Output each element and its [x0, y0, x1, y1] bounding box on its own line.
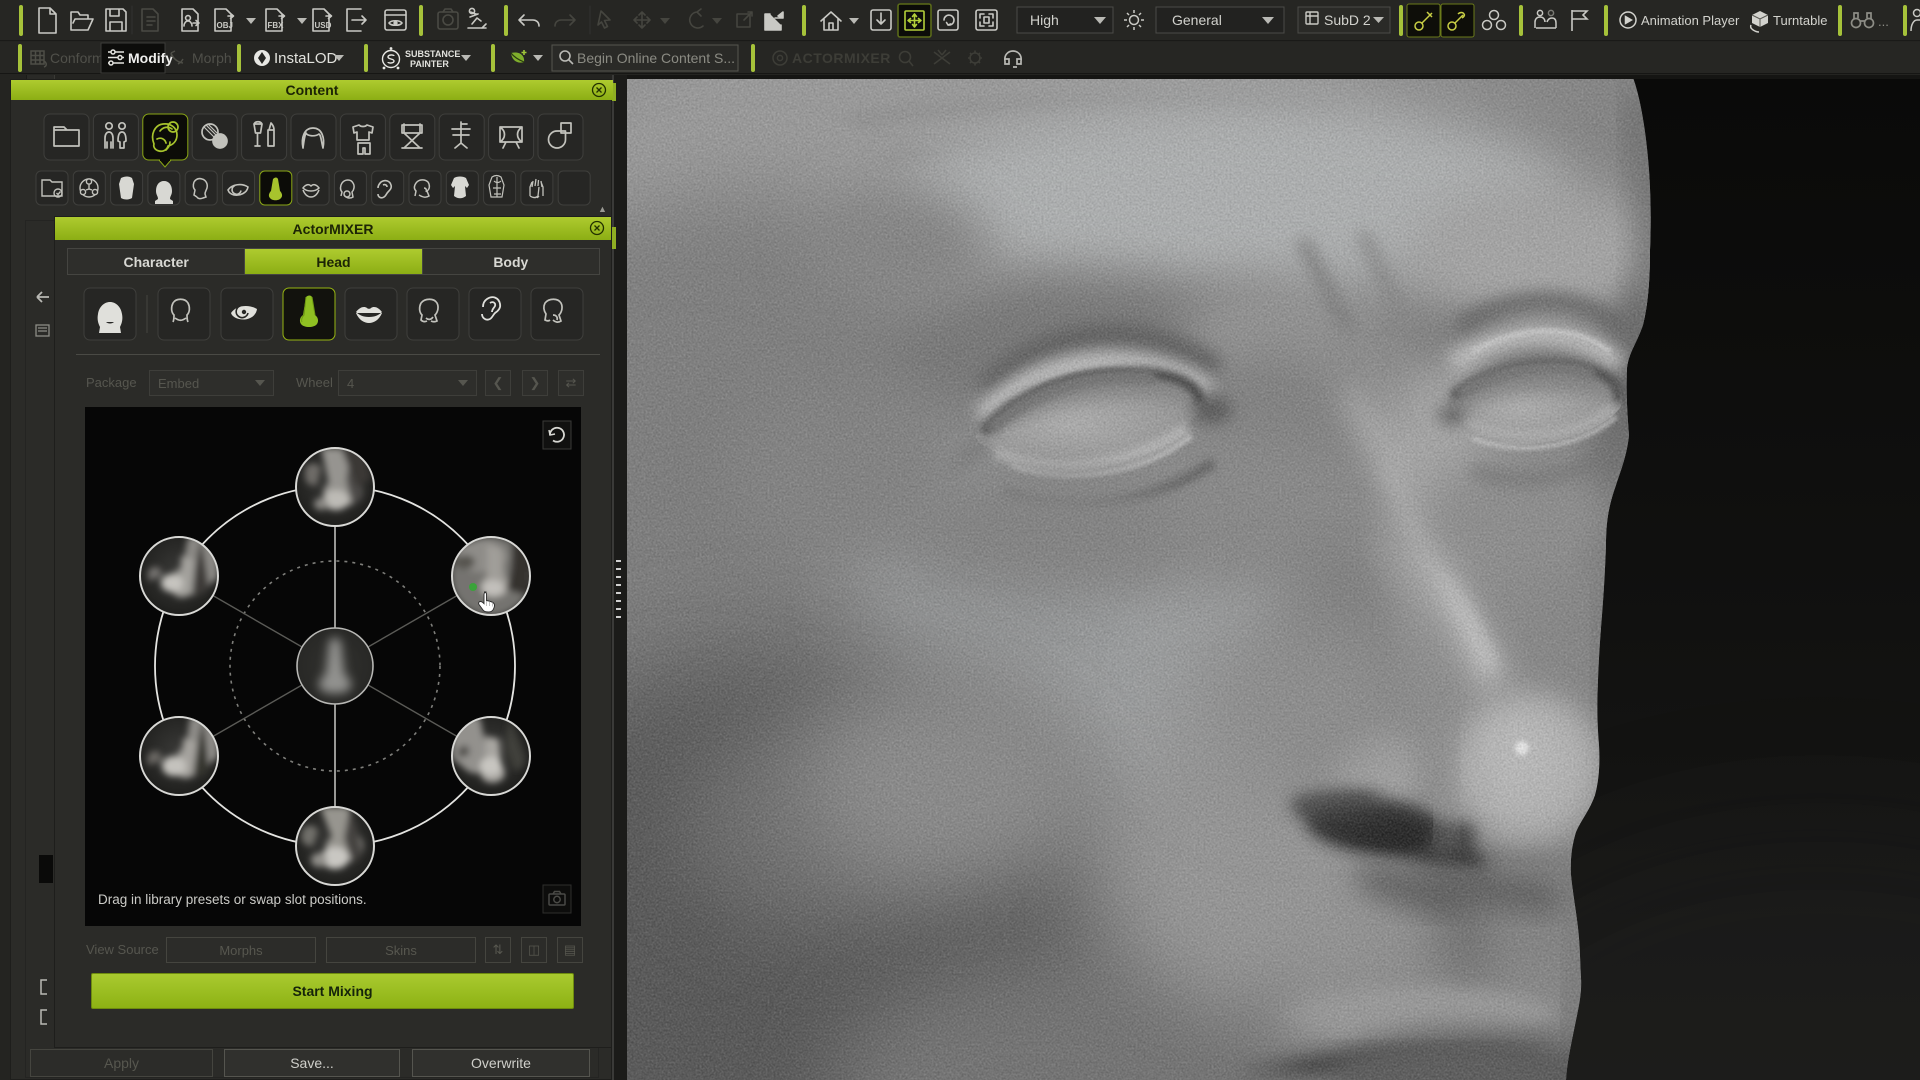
svg-text:Morph: Morph	[192, 50, 232, 66]
svg-text:SUBSTANCE: SUBSTANCE	[405, 49, 460, 59]
svg-text:USD: USD	[315, 21, 332, 30]
svg-text:Drag in library presets or swa: Drag in library presets or swap slot pos…	[98, 892, 367, 907]
svg-text:High: High	[1030, 12, 1059, 28]
svg-text:...: ...	[1878, 14, 1889, 29]
svg-text:Turntable: Turntable	[1773, 13, 1827, 28]
svg-text:Animation Player: Animation Player	[1641, 13, 1740, 28]
svg-text:General: General	[1172, 12, 1222, 28]
svg-text:Begin Online Content S...: Begin Online Content S...	[577, 50, 735, 66]
svg-text:PAINTER: PAINTER	[410, 59, 449, 69]
svg-text:SubD 2: SubD 2	[1324, 12, 1371, 28]
svg-text:ACTORMIXER: ACTORMIXER	[792, 50, 891, 66]
svg-text:FBX: FBX	[268, 21, 285, 30]
svg-text:Modify: Modify	[128, 50, 173, 66]
svg-text:OBJ: OBJ	[217, 21, 233, 30]
svg-text:InstaLOD: InstaLOD	[274, 50, 338, 67]
svg-text:Conform: Conform	[50, 50, 104, 66]
